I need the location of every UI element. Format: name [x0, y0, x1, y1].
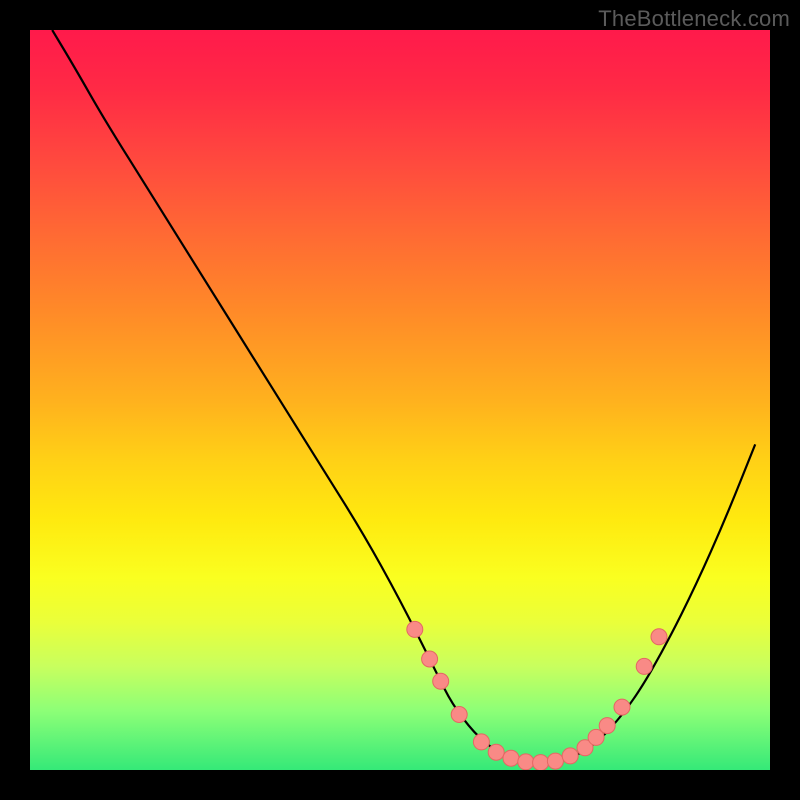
data-marker: [451, 707, 467, 723]
data-marker: [651, 629, 667, 645]
data-marker: [562, 748, 578, 764]
data-marker: [533, 755, 549, 770]
curve-path: [52, 30, 755, 762]
data-marker: [422, 651, 438, 667]
data-marker: [636, 658, 652, 674]
data-marker: [599, 718, 615, 734]
data-marker: [473, 734, 489, 750]
data-marker: [407, 621, 423, 637]
watermark-text: TheBottleneck.com: [598, 6, 790, 32]
data-marker: [433, 673, 449, 689]
data-marker: [488, 744, 504, 760]
data-marker: [503, 750, 519, 766]
chart-frame: TheBottleneck.com: [0, 0, 800, 800]
data-marker: [614, 699, 630, 715]
chart-svg: [30, 30, 770, 770]
data-marker: [518, 754, 534, 770]
data-marker: [547, 753, 563, 769]
